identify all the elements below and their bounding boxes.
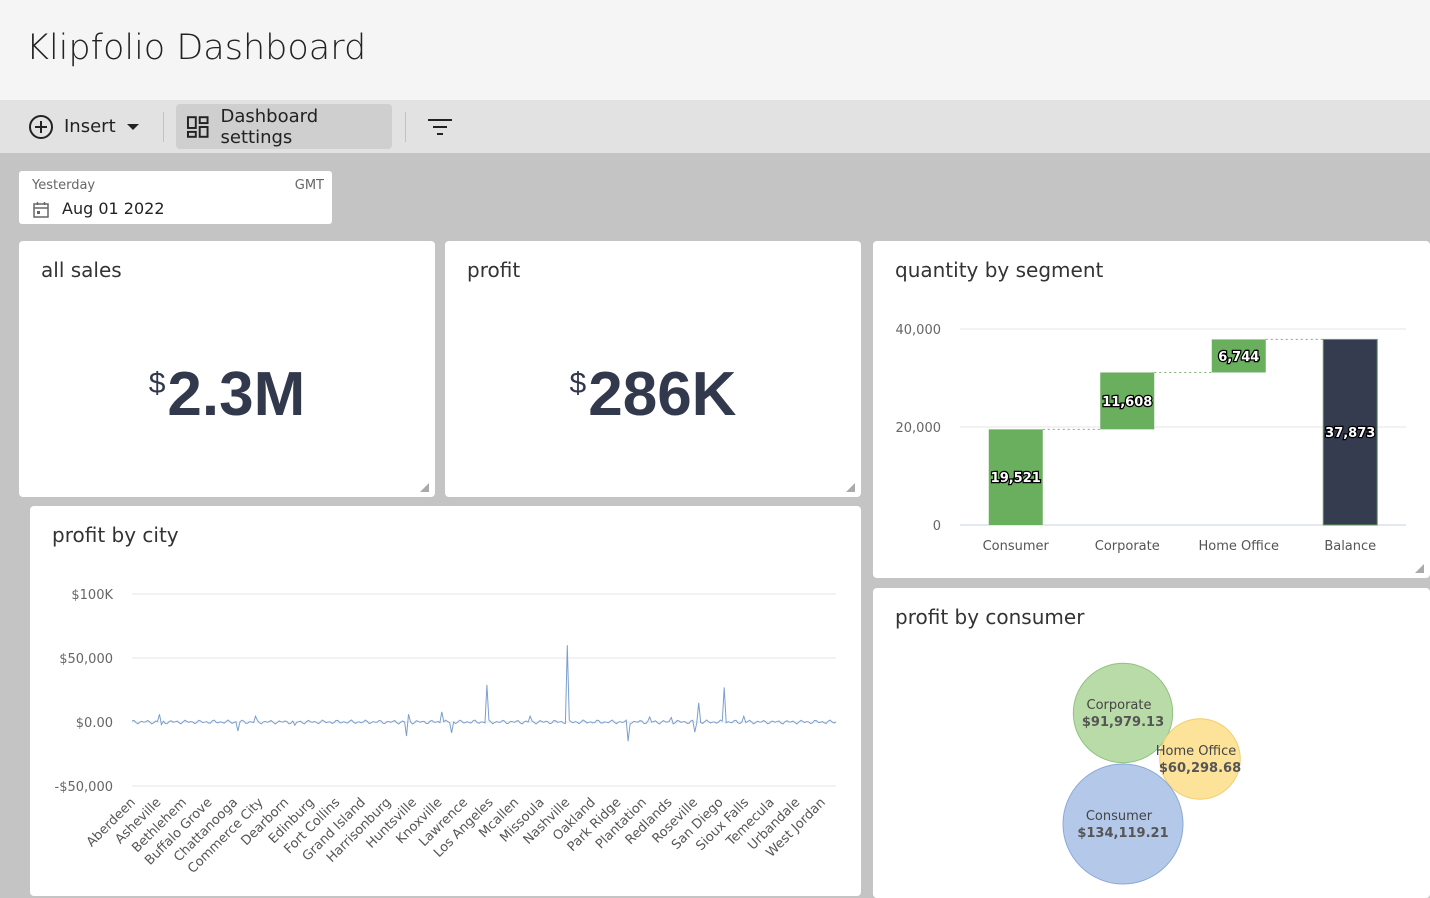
x-tick-label: Home Office <box>1199 539 1279 554</box>
toolbar-divider <box>163 112 164 142</box>
kpi-number: 2.3M <box>167 360 306 429</box>
y-tick-label: 0 <box>933 519 941 534</box>
data-label: 11,608 <box>1102 395 1152 410</box>
timezone-label: GMT <box>294 178 324 193</box>
filter-button[interactable] <box>424 104 456 149</box>
toolbar-divider <box>405 112 406 142</box>
y-tick-label: 20,000 <box>896 421 942 436</box>
bubble-name: Home Office <box>1156 744 1236 759</box>
profit-by-city-card: profit by city $100K $50,000 $0.00 -$50,000… <box>30 506 861 896</box>
data-label: 37,873 <box>1325 426 1375 441</box>
quantity-by-segment-card: quantity by segment 0 20,000 40,000 19,521 C… <box>873 241 1430 578</box>
plus-circle-icon <box>29 114 53 139</box>
bubble-chart: Corporate $91,979.13 Home Office $60,298.68… <box>1062 662 1241 885</box>
y-tick-label: 40,000 <box>896 323 942 338</box>
date-value: Aug 01 2022 <box>62 199 165 218</box>
y-tick-label: $50,000 <box>59 652 113 667</box>
bubble-value: $134,119.21 <box>1077 826 1168 841</box>
insert-label: Insert <box>64 116 116 137</box>
currency-symbol: $ <box>569 367 587 400</box>
x-tick-label: Corporate <box>1095 539 1160 554</box>
y-tick-label: $0.00 <box>76 716 113 731</box>
currency-symbol: $ <box>148 367 166 400</box>
bubble-value: $91,979.13 <box>1082 715 1164 730</box>
insert-button[interactable]: Insert <box>28 104 148 149</box>
card-title: all sales <box>41 258 122 282</box>
resize-handle-icon[interactable] <box>846 483 855 492</box>
kpi-value: $2.3M <box>19 359 435 430</box>
bubble-value: $60,298.68 <box>1159 761 1241 776</box>
line-chart: $100K$50,000$0.00-$50,000AberdeenAshevil… <box>55 588 837 877</box>
calendar-icon <box>33 202 49 218</box>
profit-by-consumer-card: profit by consumer Corporate $91,979.13 Ho… <box>873 588 1430 898</box>
dashboard-settings-label: Dashboard settings <box>220 105 319 148</box>
y-tick-label: $100K <box>71 588 113 603</box>
bubble <box>1062 763 1184 885</box>
all-sales-card: all sales $2.3M <box>19 241 435 497</box>
resize-handle-icon[interactable] <box>420 483 429 492</box>
x-tick-label: Consumer <box>983 539 1050 554</box>
waterfall-chart: 0 20,000 40,000 19,521 Consumer 11,608 Corpora… <box>896 323 1406 554</box>
bubble <box>1159 718 1241 800</box>
profit-card: profit $286K <box>445 241 861 497</box>
date-preset-label: Yesterday <box>32 178 96 193</box>
app-title: Klipfolio Dashboard <box>26 28 367 68</box>
kpi-value: $286K <box>445 359 861 430</box>
dashboard-grid-icon <box>186 115 209 138</box>
title-bar: Klipfolio Dashboard <box>0 0 1430 100</box>
resize-handle-icon[interactable] <box>1415 564 1424 573</box>
kpi-number: 286K <box>588 360 737 429</box>
dashboard-settings-button[interactable]: Dashboard settings <box>176 104 392 149</box>
toolbar: Insert Dashboard settings <box>0 100 1430 153</box>
bubble-name: Corporate <box>1087 698 1152 713</box>
bubble-name: Consumer <box>1086 809 1153 824</box>
series-line <box>131 645 837 742</box>
data-label: 19,521 <box>991 471 1041 486</box>
card-title: profit <box>467 258 521 282</box>
data-label: 6,744 <box>1218 350 1259 365</box>
chevron-down-icon <box>126 123 139 130</box>
date-range-selector[interactable]: Yesterday GMT Aug 01 2022 <box>19 171 332 224</box>
filter-icon <box>428 118 452 135</box>
y-tick-label: -$50,000 <box>55 780 113 795</box>
x-tick-label: Balance <box>1324 539 1376 554</box>
